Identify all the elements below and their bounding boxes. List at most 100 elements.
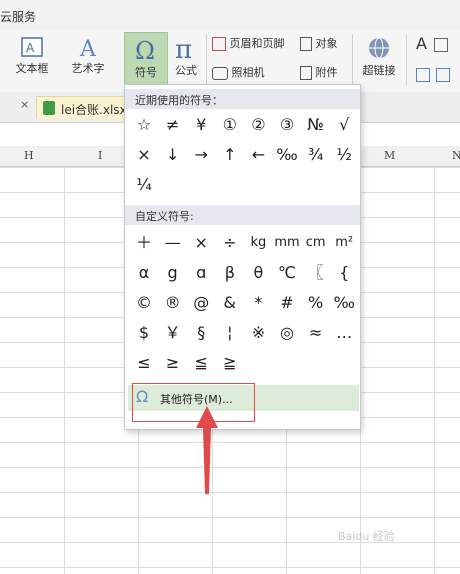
symbol-cell[interactable]: ≈ bbox=[302, 320, 330, 346]
symbol-cell[interactable]: cm bbox=[302, 230, 330, 256]
column-n-header[interactable]: N bbox=[452, 149, 460, 162]
symbol-cell[interactable]: ③ bbox=[273, 112, 301, 138]
cloud-service-tab[interactable]: 云服务 bbox=[0, 8, 36, 25]
svg-text:A: A bbox=[79, 37, 97, 60]
symbol-cell[interactable]: ½ bbox=[330, 142, 358, 168]
file-tab[interactable]: lei合账.xlsx bbox=[36, 96, 138, 119]
symbol-cell[interactable]: ɑ bbox=[187, 260, 215, 286]
svg-text:Ω: Ω bbox=[135, 37, 155, 64]
symbol-cell[interactable]: kg bbox=[244, 230, 272, 256]
symbol-cell[interactable]: θ bbox=[244, 260, 272, 286]
symbol-cell[interactable]: § bbox=[187, 320, 215, 346]
symbol-cell[interactable]: ® bbox=[159, 290, 187, 316]
symbol-cell[interactable]: ↓ bbox=[159, 142, 187, 168]
symbol-cell[interactable]: ≦ bbox=[187, 350, 215, 376]
ribbon-divider-2 bbox=[352, 34, 353, 86]
table-icon[interactable] bbox=[416, 68, 430, 82]
symbol-cell[interactable]: ¦ bbox=[216, 320, 244, 346]
symbol-cell[interactable]: √ bbox=[330, 112, 358, 138]
file-tab-name: lei合账.xlsx bbox=[61, 103, 127, 117]
hyperlink-button[interactable]: 超链接 bbox=[358, 36, 400, 78]
svg-text:π: π bbox=[175, 35, 192, 62]
camera-icon bbox=[212, 66, 228, 80]
symbol-cell[interactable]: ¾ bbox=[302, 142, 330, 168]
symbol-cell[interactable]: α bbox=[130, 260, 158, 286]
symbol-cell[interactable]: $ bbox=[130, 320, 158, 346]
pi-icon: π bbox=[175, 35, 192, 62]
symbol-cell[interactable]: © bbox=[130, 290, 158, 316]
symbol-cell[interactable]: × bbox=[130, 142, 158, 168]
table-icon-2[interactable] bbox=[436, 68, 450, 82]
attachment-button[interactable]: 附件 bbox=[300, 64, 338, 80]
ribbon-divider bbox=[206, 34, 207, 86]
symbol-cell[interactable]: ‰ bbox=[273, 142, 301, 168]
symbol-cell[interactable]: № bbox=[302, 112, 330, 138]
symbol-cell[interactable]: β bbox=[216, 260, 244, 286]
symbol-label: 符号 bbox=[135, 66, 157, 79]
formula-button[interactable]: π 公式 bbox=[170, 34, 202, 78]
omega-icon: Ω bbox=[135, 37, 155, 64]
symbol-cell[interactable]: ☆ bbox=[130, 112, 158, 138]
column-h-header[interactable]: H bbox=[24, 149, 34, 162]
top-bar: 云服务 bbox=[0, 0, 460, 30]
symbol-cell[interactable]: @ bbox=[187, 290, 215, 316]
header-footer-label: 页眉和页脚 bbox=[229, 37, 285, 50]
partial-text-button[interactable]: A bbox=[416, 34, 427, 53]
column-i-header[interactable]: I bbox=[98, 149, 102, 162]
ribbon-divider-3 bbox=[406, 34, 407, 86]
symbol-cell[interactable]: ¥ bbox=[187, 112, 215, 138]
symbol-cell[interactable]: × bbox=[187, 230, 215, 256]
symbol-cell[interactable]: — bbox=[159, 230, 187, 256]
watermark: Baidu 经验 bbox=[338, 530, 395, 543]
symbol-button[interactable]: Ω 符号 bbox=[124, 32, 168, 90]
symbol-cell[interactable]: ② bbox=[244, 112, 272, 138]
attachment-label: 附件 bbox=[315, 66, 338, 79]
symbol-cell[interactable]: # bbox=[273, 290, 301, 316]
symbol-cell[interactable]: ¼ bbox=[130, 172, 158, 198]
symbol-cell[interactable]: ↑ bbox=[216, 142, 244, 168]
svg-text:A: A bbox=[26, 41, 35, 55]
partial-tool-icon[interactable] bbox=[434, 38, 448, 52]
symbol-cell[interactable]: ≠ bbox=[159, 112, 187, 138]
symbol-cell[interactable]: m² bbox=[330, 230, 358, 256]
symbol-cell[interactable]: % bbox=[302, 290, 330, 316]
object-icon bbox=[300, 37, 312, 51]
column-m-header[interactable]: M bbox=[384, 149, 395, 162]
formula-label: 公式 bbox=[175, 64, 197, 77]
symbol-cell[interactable]: ◎ bbox=[273, 320, 301, 346]
attachment-icon bbox=[300, 66, 312, 80]
hyperlink-label: 超链接 bbox=[362, 64, 396, 77]
symbol-cell[interactable]: ￥ bbox=[159, 320, 187, 346]
wordart-button[interactable]: A 艺术字 bbox=[62, 36, 114, 76]
symbol-cell[interactable]: mm bbox=[273, 230, 301, 256]
symbol-cell[interactable]: ＋ bbox=[130, 230, 158, 256]
symbol-cell[interactable]: ① bbox=[216, 112, 244, 138]
symbol-cell[interactable]: g bbox=[159, 260, 187, 286]
symbol-cell[interactable]: 〖 bbox=[302, 260, 330, 286]
symbol-dropdown: 近期使用的符号： ☆ ≠ ¥ ① ② ③ № √ × ↓ → ↑ ← ‰ ¾ ½ ¼ 自定义符号: ＋ — × ÷ kg… bbox=[124, 84, 361, 430]
custom-symbols-title: 自定义符号: bbox=[135, 210, 194, 223]
symbol-cell[interactable]: ÷ bbox=[216, 230, 244, 256]
globe-link-icon bbox=[369, 37, 389, 59]
red-arrow-annotation bbox=[196, 406, 218, 494]
textbox-icon: A bbox=[21, 37, 43, 57]
symbol-cell[interactable]: { bbox=[330, 260, 358, 286]
symbol-cell[interactable]: ≤ bbox=[130, 350, 158, 376]
symbol-cell[interactable]: ‰ bbox=[330, 290, 358, 316]
symbol-cell[interactable]: ℃ bbox=[273, 260, 301, 286]
symbol-cell[interactable]: ※ bbox=[244, 320, 272, 346]
symbol-cell[interactable]: → bbox=[187, 142, 215, 168]
excel-file-icon bbox=[43, 101, 55, 115]
camera-button[interactable]: 照相机 bbox=[212, 64, 265, 80]
close-icon[interactable]: × bbox=[20, 98, 29, 111]
symbol-cell[interactable]: ← bbox=[244, 142, 272, 168]
symbol-cell[interactable]: … bbox=[330, 320, 358, 346]
textbox-button[interactable]: A 文本框 bbox=[8, 36, 56, 76]
symbol-cell[interactable]: * bbox=[244, 290, 272, 316]
symbol-cell[interactable]: ≧ bbox=[216, 350, 244, 376]
object-button[interactable]: 对象 bbox=[300, 35, 338, 51]
header-footer-button[interactable]: 页眉和页脚 bbox=[212, 35, 285, 51]
textbox-label: 文本框 bbox=[15, 62, 49, 75]
symbol-cell[interactable]: ≥ bbox=[159, 350, 187, 376]
symbol-cell[interactable]: & bbox=[216, 290, 244, 316]
